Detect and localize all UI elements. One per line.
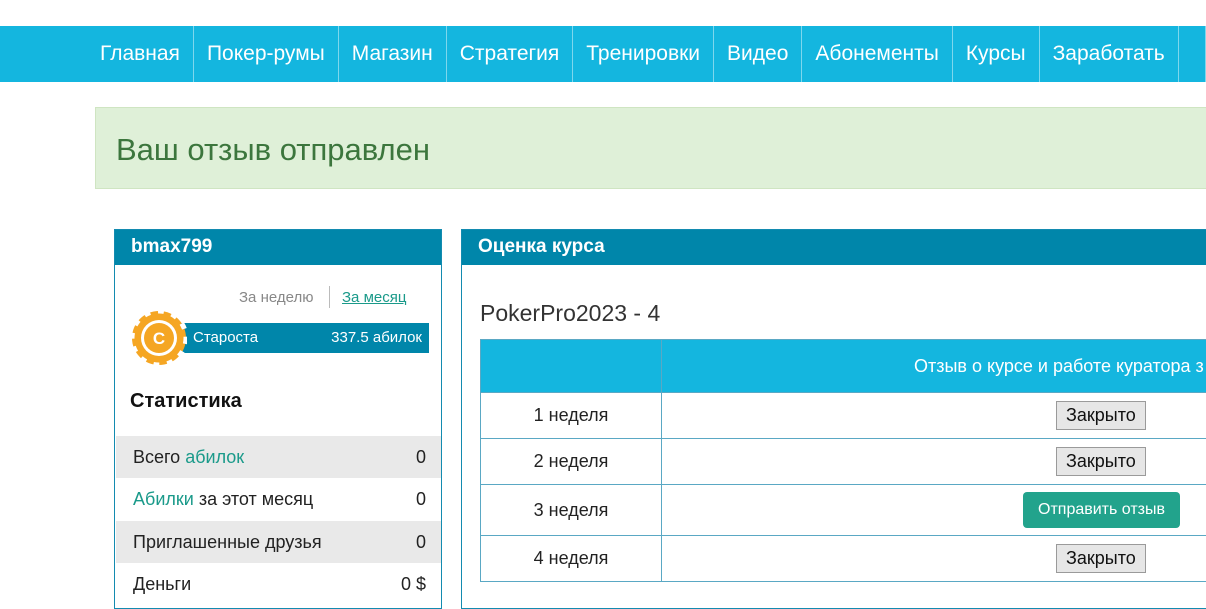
nav-list: Главная Покер-румы Магазин Стратегия Тре… [87, 26, 1206, 82]
nav-item-home[interactable]: Главная [87, 26, 194, 82]
stat-value: 0 [416, 521, 426, 563]
period-week-tab[interactable]: За неделю [239, 289, 313, 306]
nav-item-strategy[interactable]: Стратегия [447, 26, 574, 82]
stat-row-invited-friends: Приглашенные друзья 0 [116, 521, 441, 563]
week-action-cell: Закрыто [662, 439, 1206, 485]
nav-item-earn[interactable]: Заработать [1040, 26, 1179, 82]
closed-button[interactable]: Закрыто [1056, 401, 1146, 430]
table-row: 3 неделя Отправить отзыв [481, 485, 1206, 536]
period-divider [329, 286, 330, 308]
nav-item-poker-rooms[interactable]: Покер-румы [194, 26, 339, 82]
table-header-review: Отзыв о курсе и работе куратора з [662, 340, 1206, 393]
rank-chip-icon: C [131, 310, 187, 366]
main-navbar: Главная Покер-румы Магазин Стратегия Тре… [0, 26, 1206, 82]
nav-item-shop[interactable]: Магазин [339, 26, 447, 82]
period-month-tab[interactable]: За месяц [342, 289, 406, 306]
profile-panel: bmax799 За неделю За месяц Староста 337.… [114, 229, 442, 609]
rank-chip-letter: C [153, 329, 165, 348]
course-title: PokerPro2023 - 4 [480, 300, 660, 327]
table-row: 1 неделя Закрыто [481, 393, 1206, 439]
week-action-cell: Отправить отзыв [662, 485, 1206, 536]
closed-button[interactable]: Закрыто [1056, 544, 1146, 573]
stat-row-total-abilki: Всего абилок 0 [116, 436, 441, 478]
table-header-row: Отзыв о курсе и работе куратора з [481, 340, 1206, 393]
alert-message: Ваш отзыв отправлен [116, 132, 430, 168]
rank-bar: Староста 337.5 абилок [155, 323, 429, 353]
stats-title: Статистика [130, 390, 242, 413]
week-label: 2 неделя [481, 439, 662, 485]
profile-username: bmax799 [115, 230, 441, 265]
course-panel-title: Оценка курса [462, 230, 1206, 265]
week-action-cell: Закрыто [662, 393, 1206, 439]
stat-row-month-abilki: Абилки за этот месяц 0 [116, 478, 441, 520]
nav-item-courses[interactable]: Курсы [953, 26, 1040, 82]
stat-label: Абилки за этот месяц [133, 478, 313, 520]
closed-button[interactable]: Закрыто [1056, 447, 1146, 476]
course-weeks-table: Отзыв о курсе и работе куратора з 1 неде… [480, 339, 1206, 582]
nav-item-video[interactable]: Видео [714, 26, 802, 82]
nav-item-more[interactable] [1179, 26, 1206, 82]
rank-points: 337.5 абилок [331, 323, 422, 353]
send-review-button[interactable]: Отправить отзыв [1023, 492, 1180, 528]
table-header-week [481, 340, 662, 393]
table-row: 4 неделя Закрыто [481, 536, 1206, 582]
stat-value: 0 [416, 478, 426, 520]
abilki-link[interactable]: абилок [185, 447, 244, 467]
week-label: 1 неделя [481, 393, 662, 439]
nav-item-trainings[interactable]: Тренировки [573, 26, 714, 82]
stat-label: Деньги [133, 563, 191, 605]
nav-item-subscriptions[interactable]: Абонементы [802, 26, 952, 82]
stat-label: Всего абилок [133, 436, 244, 478]
abilki-month-link[interactable]: Абилки [133, 489, 194, 509]
stat-row-money: Деньги 0 $ [116, 563, 441, 605]
stat-value: 0 $ [401, 563, 426, 605]
course-review-panel: Оценка курса PokerPro2023 - 4 Отзыв о ку… [461, 229, 1206, 609]
week-label: 3 неделя [481, 485, 662, 536]
success-alert: Ваш отзыв отправлен [95, 107, 1206, 189]
week-label: 4 неделя [481, 536, 662, 582]
rank-name: Староста [193, 323, 258, 353]
stat-label: Приглашенные друзья [133, 521, 322, 563]
week-action-cell: Закрыто [662, 536, 1206, 582]
table-row: 2 неделя Закрыто [481, 439, 1206, 485]
stat-value: 0 [416, 436, 426, 478]
